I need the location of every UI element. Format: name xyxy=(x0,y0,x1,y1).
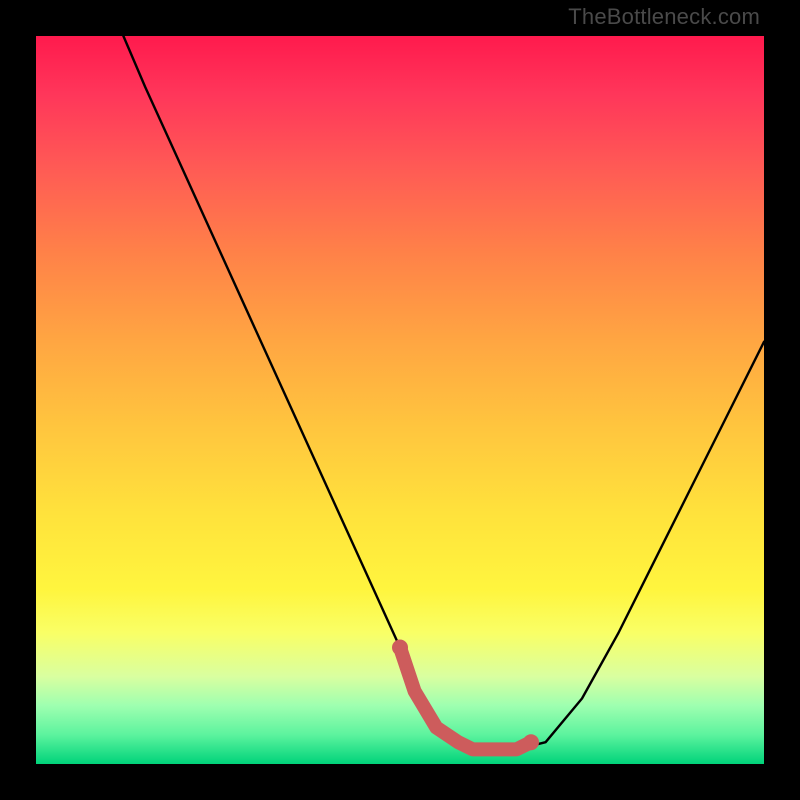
plot-area xyxy=(36,36,764,764)
highlight-end-dot xyxy=(523,734,539,750)
curve-layer xyxy=(36,36,764,764)
highlight-start-dot xyxy=(392,640,408,656)
bottleneck-curve xyxy=(123,36,764,749)
chart-frame: TheBottleneck.com xyxy=(0,0,800,800)
optimal-zone-highlight xyxy=(400,648,531,750)
watermark-text: TheBottleneck.com xyxy=(568,4,760,30)
